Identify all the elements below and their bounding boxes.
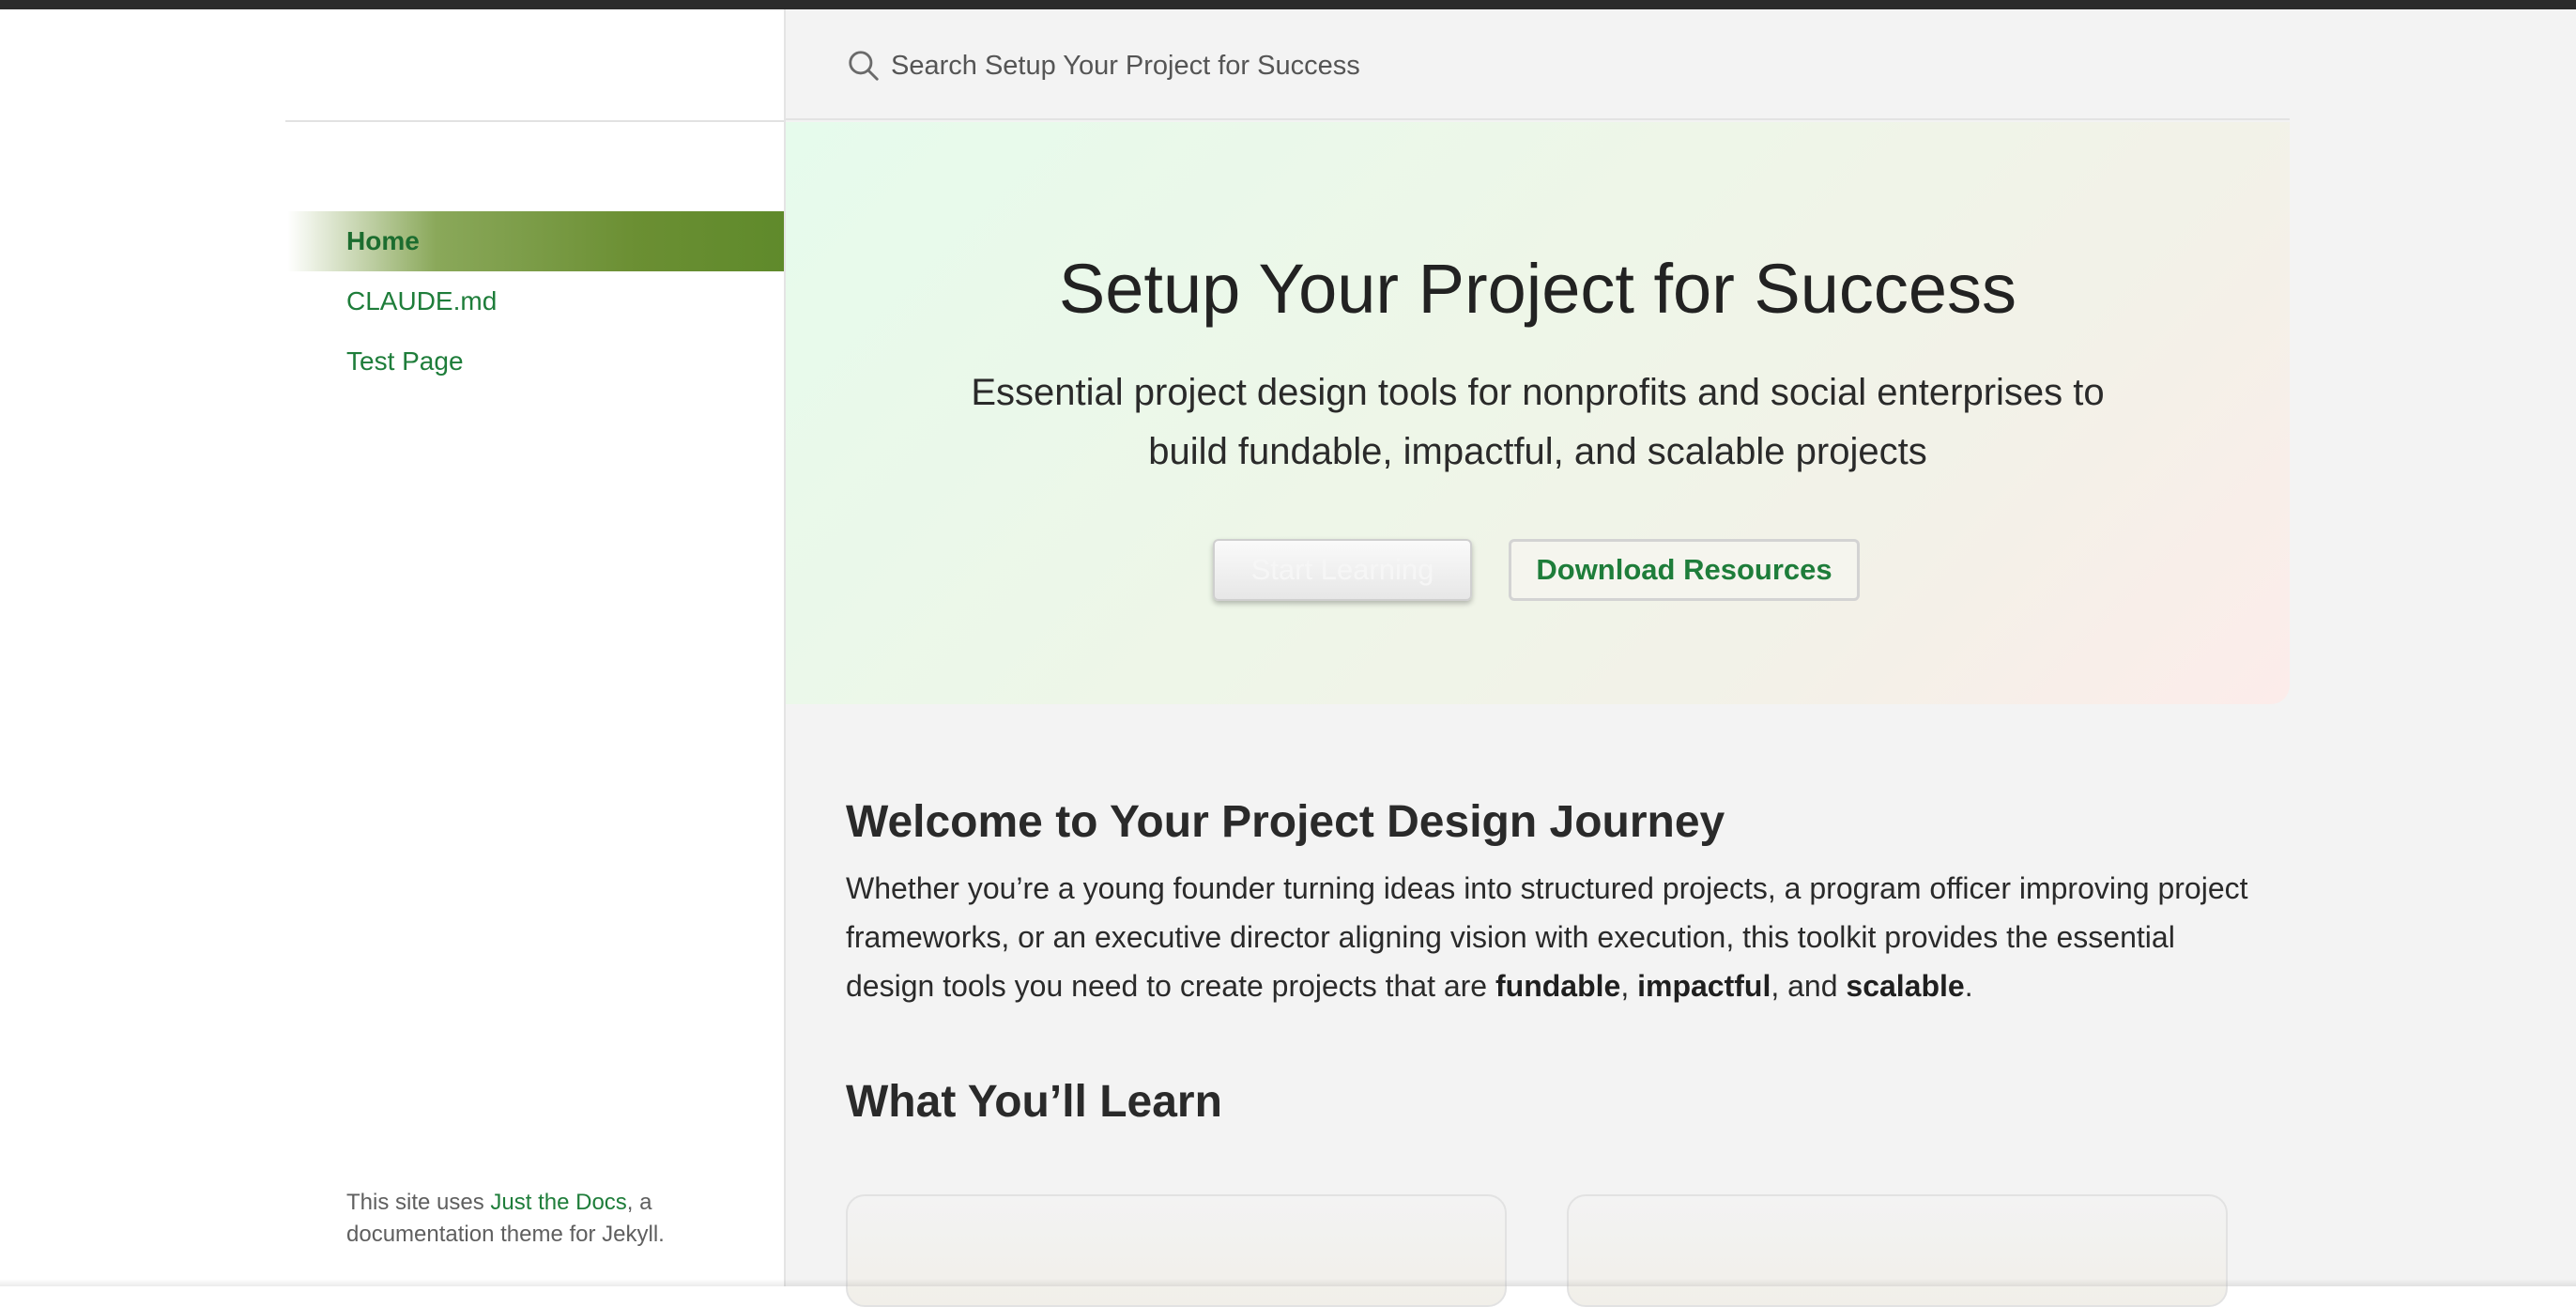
start-learning-button[interactable]: Start Learning bbox=[1213, 539, 1472, 601]
bottom-edge-shadow bbox=[0, 1279, 2576, 1286]
window-top-bar bbox=[0, 0, 2576, 9]
search-icon bbox=[849, 51, 879, 81]
welcome-heading: Welcome to Your Project Design Journey bbox=[846, 797, 1725, 847]
welcome-paragraph: Whether you’re a young founder turning i… bbox=[846, 864, 2254, 1010]
hero-subtitle: Essential project design tools for nonpr… bbox=[971, 372, 2105, 472]
learn-heading: What You’ll Learn bbox=[846, 1077, 1222, 1127]
sidebar-divider bbox=[285, 120, 784, 122]
welcome-sep-1: , bbox=[1620, 969, 1638, 1003]
sidebar-item-claude-md[interactable]: CLAUDE.md bbox=[287, 271, 784, 331]
sidebar-item-home[interactable]: Home bbox=[287, 211, 784, 271]
welcome-bold-fundable: fundable bbox=[1495, 969, 1621, 1003]
sidebar-footer: This site uses Just the Docs, a document… bbox=[346, 1187, 750, 1251]
sidebar-nav: Home CLAUDE.md Test Page bbox=[287, 211, 784, 392]
main-content: Setup Your Project for Success Essential… bbox=[784, 9, 2576, 1307]
welcome-end: . bbox=[1964, 969, 1973, 1003]
search-bar bbox=[786, 9, 2290, 120]
welcome-sep-2: , and bbox=[1771, 969, 1847, 1003]
page: Home CLAUDE.md Test Page This site uses … bbox=[0, 9, 2576, 1307]
just-the-docs-link[interactable]: Just the Docs bbox=[490, 1190, 626, 1215]
footer-prefix: This site uses bbox=[346, 1190, 491, 1215]
hero-banner: Setup Your Project for Success Essential… bbox=[786, 122, 2290, 704]
download-resources-button[interactable]: Download Resources bbox=[1509, 539, 1860, 601]
hero-title: Setup Your Project for Success bbox=[1058, 250, 2017, 328]
search-input[interactable] bbox=[889, 38, 2016, 94]
learn-card[interactable] bbox=[846, 1194, 1507, 1307]
learn-card[interactable] bbox=[1567, 1194, 2228, 1307]
sidebar: Home CLAUDE.md Test Page This site uses … bbox=[0, 9, 784, 1286]
welcome-bold-impactful: impactful bbox=[1637, 969, 1771, 1003]
sidebar-item-test-page[interactable]: Test Page bbox=[287, 331, 784, 392]
welcome-bold-scalable: scalable bbox=[1846, 969, 1965, 1003]
